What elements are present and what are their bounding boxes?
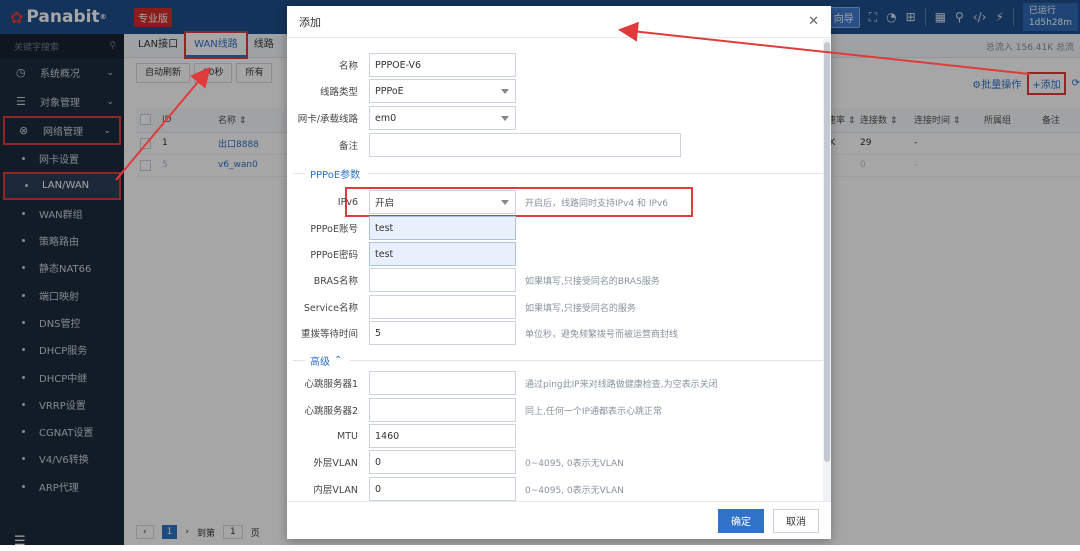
divider [293,359,305,361]
field-line-type: 线路类型 PPPoE [287,79,516,103]
field-password: PPPoE密码 test [287,242,516,266]
heartbeat-1-label: 心跳服务器1 [304,379,358,390]
password-input[interactable]: test [369,242,516,266]
caret-down-icon [501,199,509,205]
line-type-select[interactable]: PPPoE [369,79,516,103]
field-ipv6: IPv6 开启 开启后，线路同时支持IPv4 和 IPv6 [287,190,668,214]
service-label: Service名称 [303,303,358,314]
nic-value: em0 [375,112,397,124]
ipv6-hint: 开启后，线路同时支持IPv4 和 IPv6 [525,198,668,209]
chevron-up-icon[interactable]: ⌃ [334,355,342,366]
caret-down-icon [501,88,509,94]
field-name: 名称 PPPOE-V6 [287,53,516,77]
dialog-header: 添加 ✕ [287,6,831,38]
name-label: 名称 [338,61,358,72]
field-inner-vlan: 内层VLAN 0 0~4095, 0表示无VLAN [287,477,624,501]
add-dialog: 添加 ✕ 名称 PPPOE-V6 线路类型 PPPoE 网卡/承载线路 em0 … [287,6,831,539]
redial-hint: 单位秒，避免频繁拨号而被运营商封线 [525,329,679,340]
remark-label: 备注 [338,141,358,152]
heartbeat-2-input[interactable] [369,398,516,422]
cancel-button[interactable]: 取消 [773,508,819,533]
outer-vlan-label: 外层VLAN [313,458,358,469]
section-pppoe-title: PPPoE参数 [310,169,361,181]
ipv6-label: IPv6 [337,196,358,208]
line-type-label: 线路类型 [319,87,358,98]
field-redial: 重拨等待时间 5 单位秒，避免频繁拨号而被运营商封线 [287,321,678,345]
service-hint: 如果填写,只接受同名的服务 [525,303,636,314]
heartbeat-1-hint: 通过ping此IP来对线路做健康检查,为空表示关闭 [525,379,718,390]
line-type-value: PPPoE [375,85,404,97]
nic-label: 网卡/承载线路 [297,114,358,125]
name-input[interactable]: PPPOE-V6 [369,53,516,77]
bras-input[interactable] [369,268,516,292]
inner-vlan-input[interactable]: 0 [369,477,516,501]
field-remark: 备注 [287,133,681,157]
password-label: PPPoE密码 [310,250,358,261]
field-nic: 网卡/承载线路 em0 [287,106,516,130]
field-outer-vlan: 外层VLAN 0 0~4095, 0表示无VLAN [287,450,624,474]
ipv6-value: 开启 [375,198,395,209]
redial-input[interactable]: 5 [369,321,516,345]
bras-label: BRAS名称 [313,276,358,287]
field-service: Service名称 如果填写,只接受同名的服务 [287,295,636,319]
field-mtu: MTU 1460 [287,424,516,448]
dialog-footer: 确定 取消 [287,501,831,539]
inner-vlan-label: 内层VLAN [313,485,358,496]
divider [368,172,823,174]
redial-label: 重拨等待时间 [300,329,358,340]
field-account: PPPoE账号 test [287,216,516,240]
bras-hint: 如果填写,只接受同名的BRAS服务 [525,276,660,287]
service-input[interactable] [369,295,516,319]
bottom-strip [0,545,1080,551]
inner-vlan-hint: 0~4095, 0表示无VLAN [525,485,624,496]
mtu-input[interactable]: 1460 [369,424,516,448]
field-heartbeat-2: 心跳服务器2 同上,任何一个IP通都表示心跳正常 [287,398,662,422]
section-advanced[interactable]: 高级 ⌃ [293,353,823,368]
outer-vlan-hint: 0~4095, 0表示无VLAN [525,458,624,469]
nic-select[interactable]: em0 [369,106,516,130]
close-icon[interactable]: ✕ [808,14,819,29]
divider [293,172,305,174]
dialog-body: 名称 PPPOE-V6 线路类型 PPPoE 网卡/承载线路 em0 备注 PP… [287,39,831,501]
section-advanced-title[interactable]: 高级 [310,353,330,368]
account-input[interactable]: test [369,216,516,240]
remark-input[interactable] [369,133,681,157]
section-pppoe: PPPoE参数 [293,166,823,181]
heartbeat-2-hint: 同上,任何一个IP通都表示心跳正常 [525,406,662,417]
outer-vlan-input[interactable]: 0 [369,450,516,474]
confirm-button[interactable]: 确定 [718,508,764,533]
account-label: PPPoE账号 [310,224,358,235]
dialog-title: 添加 [299,15,321,29]
heartbeat-2-label: 心跳服务器2 [304,406,358,417]
dialog-scrollbar-thumb[interactable] [824,42,830,462]
caret-down-icon [501,115,509,121]
heartbeat-1-input[interactable] [369,371,516,395]
field-bras: BRAS名称 如果填写,只接受同名的BRAS服务 [287,268,660,292]
mtu-label: MTU [337,430,358,442]
ipv6-select[interactable]: 开启 [369,190,516,214]
field-heartbeat-1: 心跳服务器1 通过ping此IP来对线路做健康检查,为空表示关闭 [287,371,718,395]
divider [350,359,823,361]
